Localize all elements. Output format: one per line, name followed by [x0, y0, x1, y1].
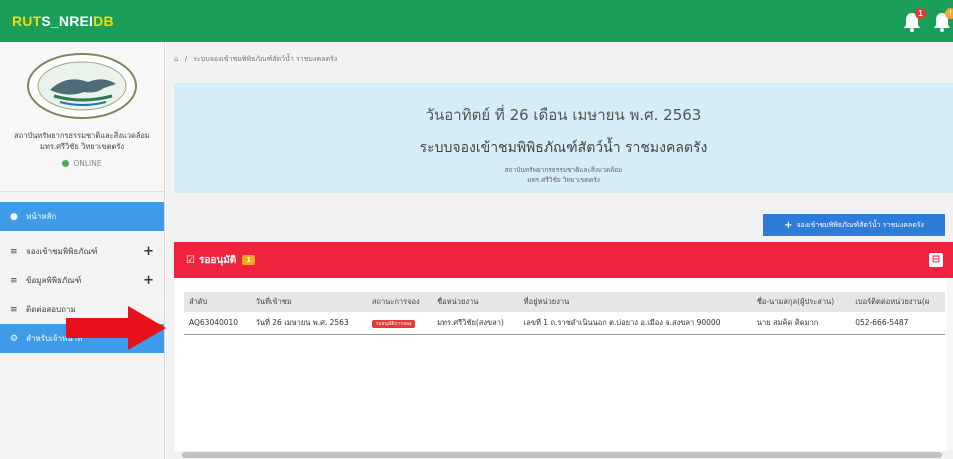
breadcrumb-current: ระบบจองเข้าชมพิพิธภัณฑ์สัตว์น้ำ ราชมงคลต…	[193, 55, 338, 63]
panel-title: รออนุมัติ	[198, 254, 237, 266]
checkbox-edit-icon: ☑	[186, 254, 195, 266]
app-brand[interactable]: RUTS_NREIDB	[12, 13, 114, 29]
header-subtitle-line-1: สถาบันทรัพยากรธรรมชาติและสิ่งแวดล้อม	[504, 166, 623, 174]
collapse-icon[interactable]: ⊟	[929, 253, 943, 267]
menu-icon: ≡	[10, 275, 18, 286]
booking-id-cell[interactable]: AQ63040010	[184, 312, 251, 335]
table-header-row: ลำดับ วันที่เข้าชม สถานะการจอง ชื่อหน่วย…	[184, 292, 945, 312]
notification-badge: 1	[915, 8, 926, 19]
top-navbar: RUTS_NREIDB 1 !	[0, 0, 953, 42]
sidebar-item-label: ข้อมูลพิพิธภัณฑ์	[26, 276, 82, 285]
breadcrumb-separator: /	[184, 55, 188, 63]
scrollbar-thumb[interactable]	[182, 452, 942, 458]
column-header[interactable]: เบอร์ติดต่อหน่วยงาน(ผ	[850, 292, 945, 312]
column-header[interactable]: ชื่อ-นามสกุล(ผู้ประสาน)	[751, 292, 851, 312]
column-header[interactable]: ชื่อหน่วยงาน	[432, 292, 519, 312]
alert-badge: !	[945, 8, 953, 19]
org-name-line-1: สถาบันทรัพยากรธรรมชาติและสิ่งแวดล้อม	[14, 131, 150, 140]
panel-header: ☑ รออนุมัติ 1 ⊟	[174, 242, 953, 278]
column-header[interactable]: ลำดับ	[184, 292, 251, 312]
address-cell: เลขที่ 1 ถ.ราชดำเนินนอก ต.บ่อยาง อ.เมือง…	[518, 312, 752, 335]
dashboard-icon: ●	[10, 211, 18, 222]
sidebar-item-home[interactable]: ● หน้าหลัก	[0, 202, 164, 231]
online-dot-icon	[62, 160, 70, 167]
settings-icon: ⚙	[10, 333, 19, 344]
pending-approval-panel: ☑ รออนุมัติ 1 ⊟ ลำดับ วันที่เข้าชม สถานะ…	[174, 242, 953, 459]
column-header[interactable]: วันที่เข้าชม	[250, 292, 367, 312]
expand-plus-icon[interactable]: +	[143, 244, 154, 259]
current-date: วันอาทิตย์ ที่ 26 เดือน เมษายน พ.ศ. 2563	[425, 106, 702, 124]
plus-icon: +	[784, 219, 793, 231]
date-header-box: วันอาทิตย์ ที่ 26 เดือน เมษายน พ.ศ. 2563…	[174, 83, 953, 193]
sidebar-item-booking[interactable]: ≡ จองเข้าชมพิพิธภัณฑ์ +	[0, 237, 164, 266]
expand-plus-icon[interactable]: +	[143, 273, 154, 288]
sidebar-profile: สถาบันทรัพยากรธรรมชาติและสิ่งแวดล้อม มทร…	[0, 42, 164, 192]
sidebar-item-museum-info[interactable]: ≡ ข้อมูลพิพิธภัณฑ์ +	[0, 266, 164, 295]
header-subtitle: สถาบันทรัพยากรธรรมชาติและสิ่งแวดล้อม มทร…	[174, 165, 953, 186]
sidebar-item-label: จองเข้าชมพิพิธภัณฑ์	[26, 247, 98, 256]
sidebar: สถาบันทรัพยากรธรรมชาติและสิ่งแวดล้อม มทร…	[0, 42, 165, 459]
alert-bell-button[interactable]: !	[932, 8, 953, 33]
vertical-scrollbar[interactable]	[947, 278, 953, 451]
status-badge[interactable]: รออนุมัติการจอง	[371, 319, 416, 328]
org-name-line-2: มทร.ศรีวิชัย วิทยาเขตตรัง	[39, 142, 125, 152]
home-icon[interactable]: ⌂	[174, 55, 178, 63]
main-content: ⌂ / ระบบจองเข้าชมพิพิธภัณฑ์สัตว์น้ำ ราชม…	[166, 42, 953, 459]
table-row[interactable]: AQ63040010 วันที่ 26 เมษายน พ.ศ. 2563 รอ…	[184, 312, 945, 335]
visit-date-cell: วันที่ 26 เมษายน พ.ศ. 2563	[250, 312, 367, 335]
menu-icon: ≡	[10, 304, 18, 315]
column-header[interactable]: ที่อยู่หน่วยงาน	[518, 292, 752, 312]
brand-part-1: RUT	[12, 13, 42, 29]
coordinator-cell: นาย สมคิด คิดมาก	[751, 312, 851, 335]
online-status-label: ONLINE	[73, 158, 102, 168]
breadcrumb: ⌂ / ระบบจองเข้าชมพิพิธภัณฑ์สัตว์น้ำ ราชม…	[174, 54, 337, 65]
pending-count-badge: 1	[242, 255, 256, 265]
header-subtitle-line-2: มทร.ศรีวิชัย วิทยาเขตตรัง	[527, 176, 600, 185]
book-visit-button[interactable]: + จองเข้าชมพิพิธภัณฑ์สัตว์น้ำ ราชมงคลตรั…	[763, 214, 945, 236]
sidebar-item-label: หน้าหลัก	[26, 212, 57, 221]
booking-table: ลำดับ วันที่เข้าชม สถานะการจอง ชื่อหน่วย…	[184, 292, 945, 335]
column-header[interactable]: สถานะการจอง	[366, 292, 433, 312]
notification-bell-button[interactable]: 1	[902, 8, 926, 33]
status-cell: รออนุมัติการจอง	[366, 312, 433, 335]
org-name: สถาบันทรัพยากรธรรมชาติและสิ่งแวดล้อม มทร…	[0, 130, 164, 153]
phone-cell: 052-666-5487	[850, 312, 945, 335]
page-title: ระบบจองเข้าชมพิพิธภัณฑ์สัตว์น้ำ ราชมงคลต…	[419, 140, 708, 156]
online-status: ONLINE	[0, 159, 164, 168]
organization-cell: มทร.ศรีวิชัย(สงขลา)	[432, 312, 519, 335]
red-arrow-annotation	[66, 306, 166, 350]
brand-part-3: DB	[93, 13, 114, 29]
horizontal-scrollbar[interactable]	[174, 451, 953, 459]
institute-logo	[26, 52, 138, 120]
book-visit-label: จองเข้าชมพิพิธภัณฑ์สัตว์น้ำ ราชมงคลตรัง	[796, 220, 924, 229]
menu-icon: ≡	[10, 246, 18, 257]
brand-part-2: S_NREI	[41, 13, 94, 29]
